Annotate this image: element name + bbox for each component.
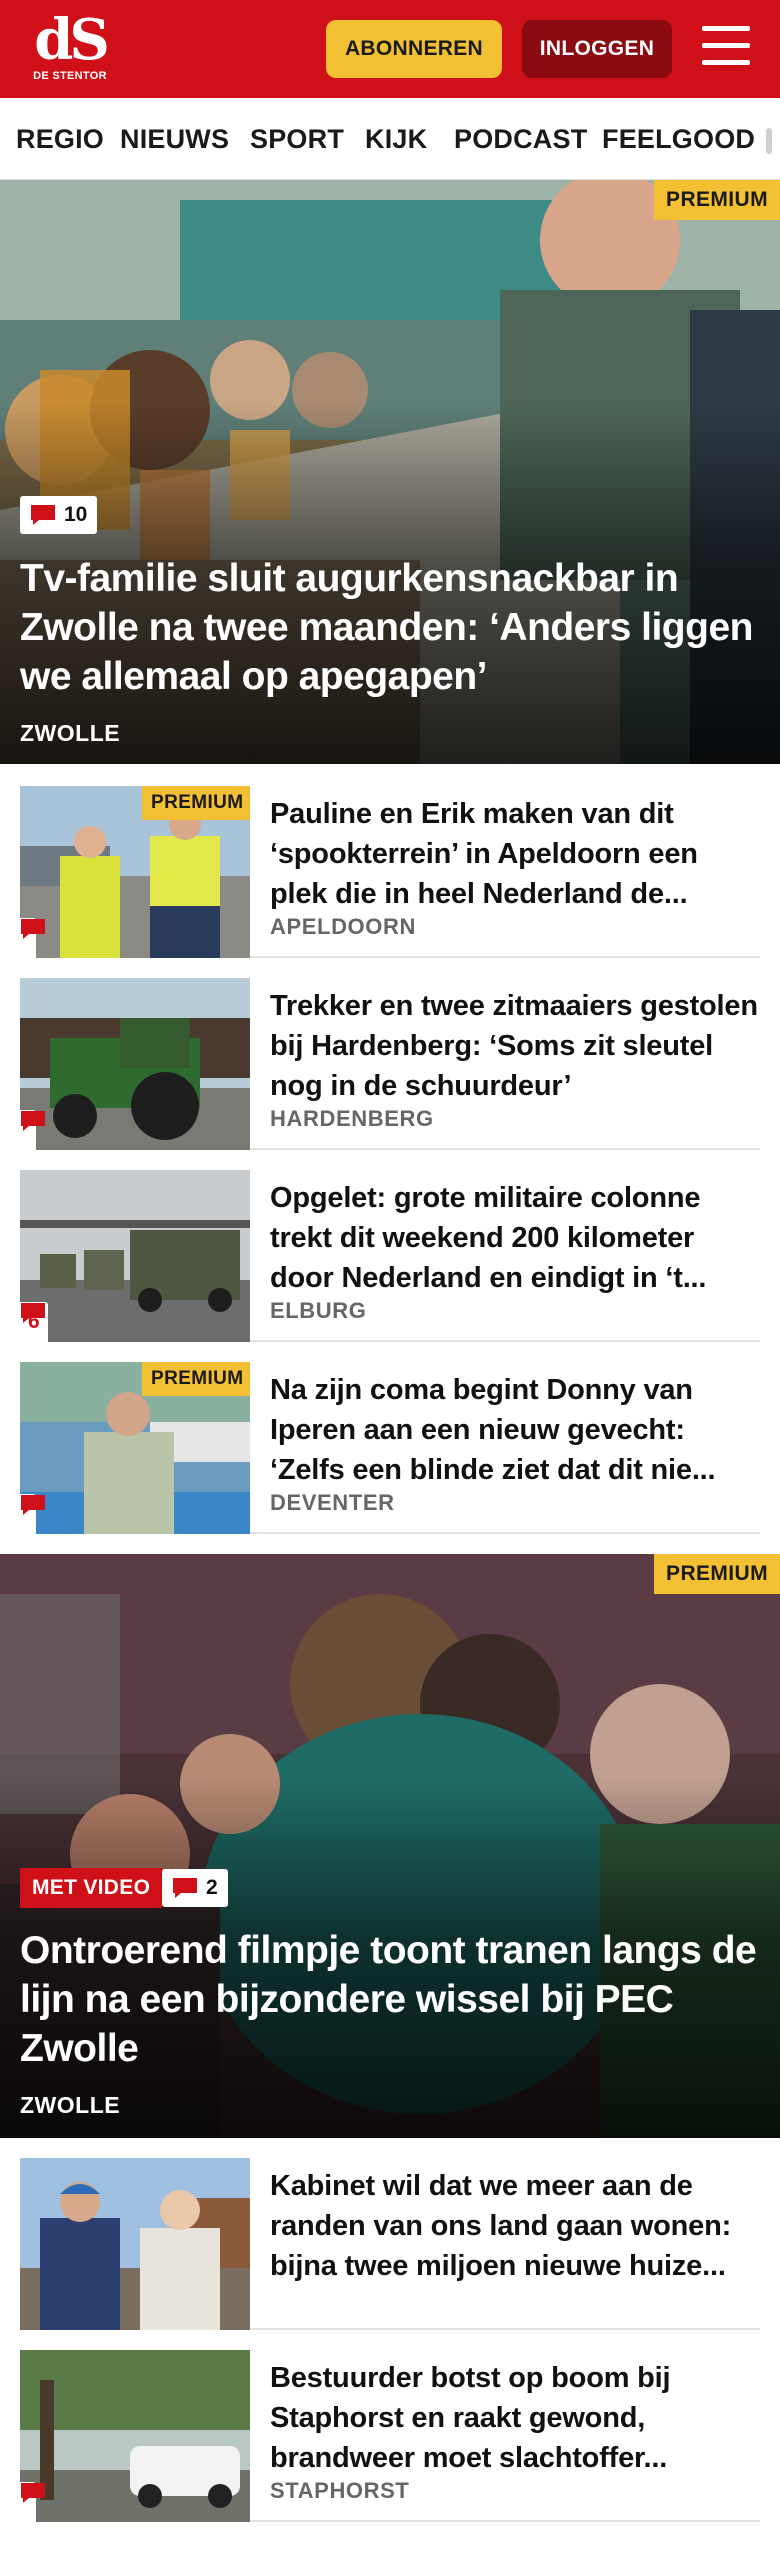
thumb-photo-convoy — [20, 1170, 250, 1342]
comment-icon — [21, 919, 45, 939]
article-location: STAPHORST — [270, 2478, 410, 2503]
article-thumbnail: PREMIUM — [20, 786, 250, 958]
logo-name: DE STENTOR — [33, 70, 107, 82]
comment-badge[interactable] — [20, 918, 45, 958]
nav-item-nieuws[interactable]: NIEUWS — [120, 124, 229, 155]
section-nav: REGIO NIEUWS SPORT KIJK PODCAST FEELGOOD — [0, 98, 780, 180]
article-location: HARDENBERG — [270, 1106, 434, 1131]
list-item[interactable]: Bestuurder botst op boom bij Staphorst e… — [20, 2350, 760, 2522]
article-thumbnail — [20, 2158, 250, 2330]
article-title[interactable]: Pauline en Erik maken van dit ‘spookterr… — [270, 794, 760, 914]
nav-item-feelgood[interactable]: FEELGOOD — [602, 124, 755, 155]
comment-badge[interactable]: 2 — [162, 1869, 228, 1907]
nav-item-kijk[interactable]: KIJK — [365, 124, 427, 155]
comment-icon — [173, 1878, 197, 1898]
comment-icon — [31, 505, 55, 525]
comment-count: 10 — [64, 503, 88, 526]
article-title[interactable]: Na zijn coma begint Donny van Iperen aan… — [270, 1370, 760, 1490]
article-location: DEVENTER — [270, 1490, 395, 1515]
article-title[interactable]: Opgelet: grote militaire colonne trekt d… — [270, 1178, 760, 1298]
hero-article-1[interactable]: PREMIUM 10 Tv-familie sluit augurkensnac… — [0, 180, 780, 764]
hero-article-2[interactable]: PREMIUM MET VIDEO 2 Ontroerend filmpje t… — [0, 1554, 780, 2138]
login-button[interactable]: INLOGGEN — [522, 20, 672, 78]
article-location: ELBURG — [270, 1298, 367, 1323]
nav-item-podcast[interactable]: PODCAST — [454, 124, 587, 155]
video-tag: MET VIDEO — [20, 1868, 163, 1908]
thumb-photo-tractor — [20, 978, 250, 1150]
comment-badge[interactable]: 10 — [20, 496, 98, 534]
hero-title[interactable]: Tv-familie sluit augurkensnackbar in Zwo… — [20, 554, 760, 701]
premium-badge: PREMIUM — [654, 1554, 780, 1594]
comment-icon — [21, 1111, 45, 1131]
article-thumbnail — [20, 2350, 250, 2522]
article-thumbnail: PREMIUM — [20, 1362, 250, 1534]
article-location: APELDOORN — [270, 914, 416, 939]
premium-badge: PREMIUM — [654, 180, 780, 220]
comment-badge[interactable] — [20, 1494, 45, 1534]
comment-badge[interactable]: 6 — [20, 1302, 48, 1342]
logo-mark: dS — [34, 7, 110, 73]
comment-count: 2 — [206, 1876, 218, 1899]
list-item[interactable]: PREMIUM Na zijn coma begint Donny van Ip… — [20, 1362, 760, 1534]
article-thumbnail: 6 — [20, 1170, 250, 1342]
nav-scroll-hint — [766, 128, 772, 154]
site-header: dS DE STENTOR ABONNEREN INLOGGEN — [0, 0, 780, 98]
nav-item-sport[interactable]: SPORT — [250, 124, 344, 155]
comment-icon — [21, 1303, 45, 1323]
comment-icon — [21, 2483, 45, 2503]
premium-badge: PREMIUM — [142, 786, 250, 820]
hero-location: ZWOLLE — [20, 2092, 121, 2118]
premium-badge: PREMIUM — [142, 1362, 250, 1396]
nav-item-regio[interactable]: REGIO — [16, 124, 104, 155]
subscribe-button[interactable]: ABONNEREN — [326, 20, 502, 78]
list-item[interactable]: Kabinet wil dat we meer aan de randen va… — [20, 2158, 760, 2330]
list-item[interactable]: Trekker en twee zitmaaiers gestolen bij … — [20, 978, 760, 1150]
article-thumbnail — [20, 978, 250, 1150]
comment-badge[interactable] — [20, 2482, 45, 2522]
hero-title[interactable]: Ontroerend filmpje toont tranen langs de… — [20, 1926, 760, 2073]
comment-badge[interactable] — [20, 1110, 45, 1150]
thumb-photo-crash — [20, 2350, 250, 2522]
comment-icon — [21, 1495, 45, 1515]
list-item[interactable]: PREMIUM Pauline en Erik maken van dit ‘s… — [20, 786, 760, 958]
article-title[interactable]: Trekker en twee zitmaaiers gestolen bij … — [270, 986, 760, 1106]
thumb-photo-politicians — [20, 2158, 250, 2330]
site-logo[interactable]: dS DE STENTOR — [28, 12, 112, 86]
article-title[interactable]: Kabinet wil dat we meer aan de randen va… — [270, 2166, 760, 2286]
article-title[interactable]: Bestuurder botst op boom bij Staphorst e… — [270, 2358, 760, 2478]
menu-icon[interactable] — [702, 26, 750, 70]
list-item[interactable]: 6 Opgelet: grote militaire colonne trekt… — [20, 1170, 760, 1342]
hero-location: ZWOLLE — [20, 720, 121, 746]
